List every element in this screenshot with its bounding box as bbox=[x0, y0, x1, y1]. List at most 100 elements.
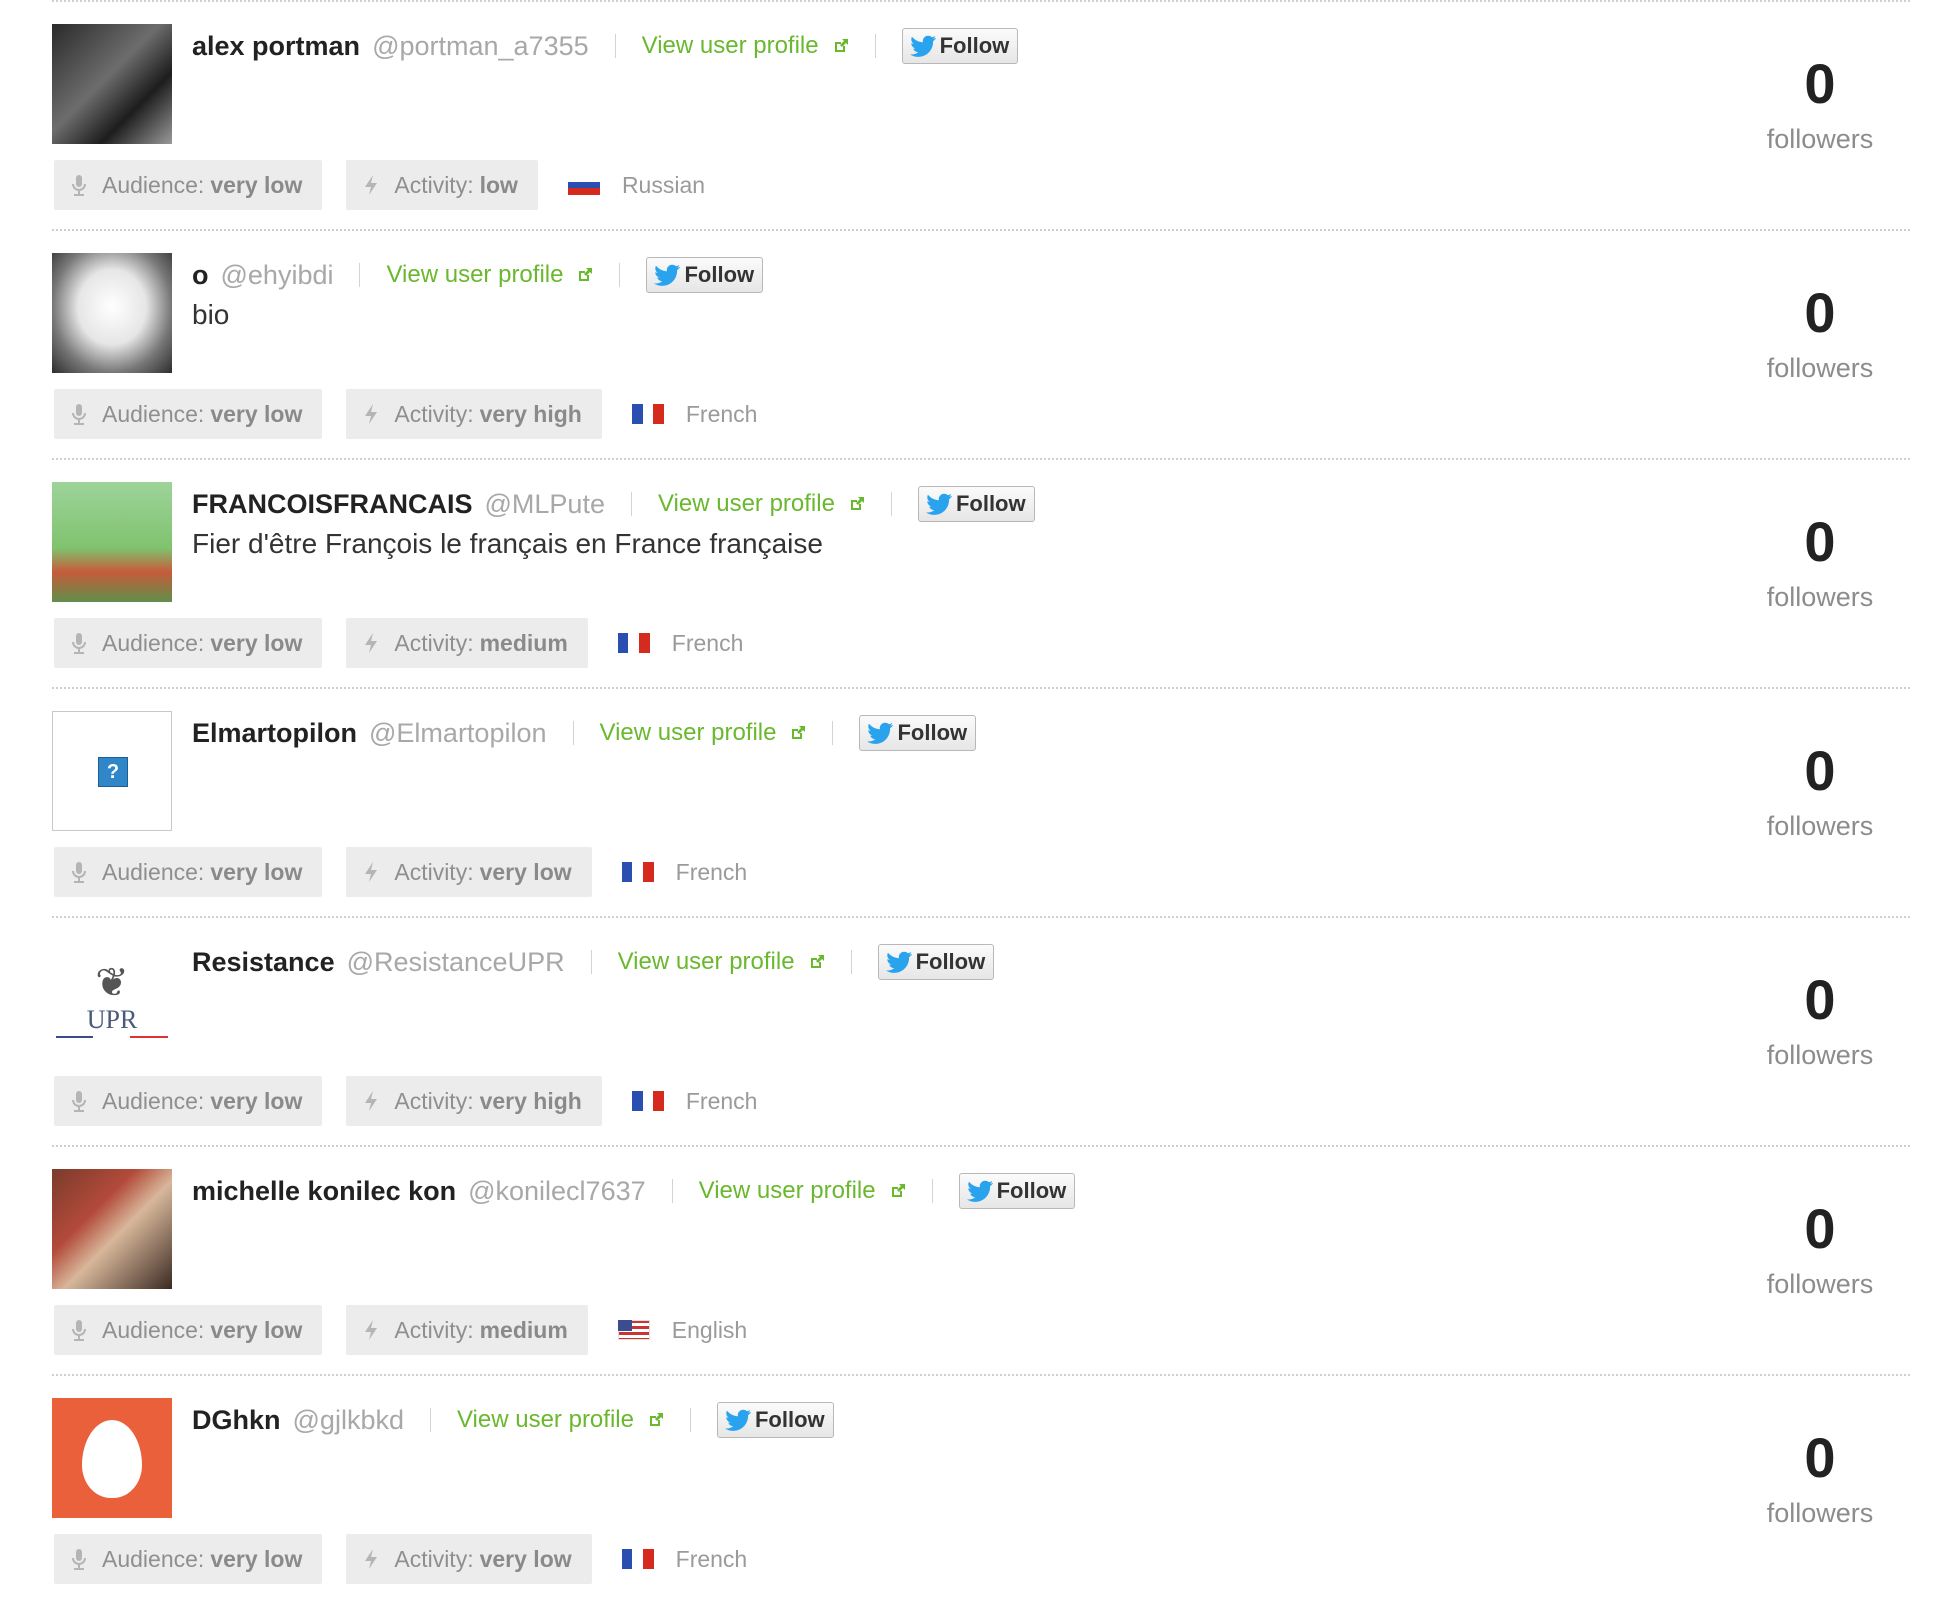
lightning-icon bbox=[365, 404, 378, 424]
followers-count: 0 bbox=[1804, 510, 1836, 573]
user-tags: Audience: very low Activity: low Russian bbox=[54, 160, 705, 210]
view-profile-label: View user profile bbox=[641, 32, 819, 59]
france-flag-icon bbox=[631, 404, 664, 424]
language-label: English bbox=[671, 1316, 748, 1343]
audience-value: very low bbox=[210, 1316, 303, 1343]
follow-button[interactable]: Follow bbox=[958, 1173, 1076, 1209]
twitter-bird-icon bbox=[885, 951, 912, 973]
microphone-icon bbox=[72, 404, 86, 425]
activity-value: medium bbox=[479, 629, 568, 656]
user-header: michelle konilec kon @konilecl7637 View … bbox=[192, 1173, 1076, 1209]
activity-value: very high bbox=[479, 400, 582, 427]
external-link-icon bbox=[849, 496, 865, 512]
audience-label: Audience: bbox=[102, 858, 205, 885]
microphone-icon bbox=[72, 862, 86, 883]
followers-count: 0 bbox=[1804, 1197, 1836, 1260]
twitter-bird-icon bbox=[724, 1409, 751, 1431]
user-name: FRANCOISFRANCAIS bbox=[192, 488, 473, 519]
avatar[interactable] bbox=[52, 482, 172, 602]
view-profile-link[interactable]: View user profile bbox=[618, 948, 825, 976]
follow-button[interactable]: Follow bbox=[716, 1402, 834, 1438]
activity-value: medium bbox=[479, 1316, 568, 1343]
external-link-icon bbox=[577, 267, 593, 283]
audience-tag: Audience: very low bbox=[54, 1076, 323, 1126]
audience-tag: Audience: very low bbox=[54, 1305, 323, 1355]
activity-tag: Activity: very low bbox=[346, 1534, 592, 1584]
language: French bbox=[631, 1088, 757, 1115]
follow-label: Follow bbox=[754, 1407, 825, 1432]
user-handle: @konilecl7637 bbox=[468, 1175, 646, 1206]
follow-label: Follow bbox=[684, 262, 755, 287]
audience-value: very low bbox=[210, 171, 303, 198]
activity-label: Activity: bbox=[394, 400, 474, 427]
follow-label: Follow bbox=[897, 720, 968, 745]
activity-tag: Activity: very low bbox=[346, 847, 592, 897]
activity-tag: Activity: medium bbox=[346, 618, 588, 668]
view-profile-link[interactable]: View user profile bbox=[699, 1177, 906, 1205]
user-tags: Audience: very low Activity: medium Engl… bbox=[54, 1305, 747, 1355]
followers-label: followers bbox=[1766, 353, 1874, 383]
activity-value: low bbox=[479, 171, 518, 198]
usa-flag-icon bbox=[617, 1320, 650, 1340]
user-list: alex portman @portman_a7355 View user pr… bbox=[52, 0, 1910, 1603]
twitter-bird-icon bbox=[966, 1180, 993, 1202]
activity-tag: Activity: medium bbox=[346, 1305, 588, 1355]
activity-label: Activity: bbox=[394, 1545, 474, 1572]
lightning-icon bbox=[365, 633, 378, 653]
user-handle: @Elmartopilon bbox=[369, 717, 547, 748]
view-profile-link[interactable]: View user profile bbox=[642, 32, 849, 60]
user-row: michelle konilec kon @konilecl7637 View … bbox=[52, 1145, 1910, 1374]
avatar[interactable] bbox=[52, 1398, 172, 1518]
user-tags: Audience: very low Activity: very high F… bbox=[54, 389, 757, 439]
follow-button[interactable]: Follow bbox=[646, 257, 764, 293]
user-handle: @gjlkbkd bbox=[292, 1404, 404, 1435]
language-label: French bbox=[675, 858, 748, 885]
followers-label: followers bbox=[1766, 1269, 1874, 1299]
user-bio: bio bbox=[192, 299, 230, 330]
follow-button[interactable]: Follow bbox=[859, 715, 977, 751]
language-label: Russian bbox=[621, 171, 706, 198]
follow-button[interactable]: Follow bbox=[877, 944, 995, 980]
view-profile-label: View user profile bbox=[617, 948, 795, 975]
view-profile-link[interactable]: View user profile bbox=[658, 490, 865, 518]
activity-tag: Activity: very high bbox=[346, 1076, 602, 1126]
audience-value: very low bbox=[210, 1087, 303, 1114]
audience-label: Audience: bbox=[102, 629, 205, 656]
divider bbox=[850, 950, 852, 974]
followers-stat: 0 followers bbox=[1730, 510, 1910, 613]
view-profile-link[interactable]: View user profile bbox=[600, 719, 807, 747]
follow-label: Follow bbox=[939, 33, 1010, 58]
followers-label: followers bbox=[1766, 1498, 1874, 1528]
follow-button[interactable]: Follow bbox=[917, 486, 1035, 522]
avatar[interactable] bbox=[52, 24, 172, 144]
language: French bbox=[621, 858, 748, 886]
user-row: ? Elmartopilon @Elmartopilon View user p… bbox=[52, 687, 1910, 916]
external-link-icon bbox=[648, 1412, 664, 1428]
view-profile-link[interactable]: View user profile bbox=[386, 261, 593, 289]
followers-stat: 0 followers bbox=[1730, 281, 1910, 384]
divider bbox=[630, 492, 632, 516]
user-name: Elmartopilon bbox=[192, 717, 358, 748]
microphone-icon bbox=[72, 1320, 86, 1341]
avatar[interactable] bbox=[52, 1169, 172, 1289]
audience-tag: Audience: very low bbox=[54, 389, 323, 439]
divider bbox=[359, 263, 361, 287]
lightning-icon bbox=[365, 1320, 378, 1340]
user-name: michelle konilec kon bbox=[192, 1175, 457, 1206]
divider bbox=[572, 721, 574, 745]
avatar[interactable]: ? bbox=[52, 711, 172, 831]
user-name: alex portman bbox=[192, 30, 361, 61]
lightning-icon bbox=[365, 175, 378, 195]
avatar[interactable] bbox=[52, 253, 172, 373]
france-flag-icon bbox=[617, 633, 650, 653]
follow-label: Follow bbox=[955, 491, 1026, 516]
user-header: Resistance @ResistanceUPR View user prof… bbox=[192, 944, 995, 980]
audience-tag: Audience: very low bbox=[54, 847, 323, 897]
view-profile-link[interactable]: View user profile bbox=[457, 1406, 664, 1434]
user-tags: Audience: very low Activity: medium Fren… bbox=[54, 618, 743, 668]
follow-button[interactable]: Follow bbox=[901, 28, 1019, 64]
avatar[interactable]: ❦ UPR bbox=[52, 940, 172, 1060]
olive-branch-icon: ❦ bbox=[95, 961, 129, 1005]
user-handle: @ehyibdi bbox=[220, 259, 334, 290]
followers-stat: 0 followers bbox=[1730, 52, 1910, 155]
